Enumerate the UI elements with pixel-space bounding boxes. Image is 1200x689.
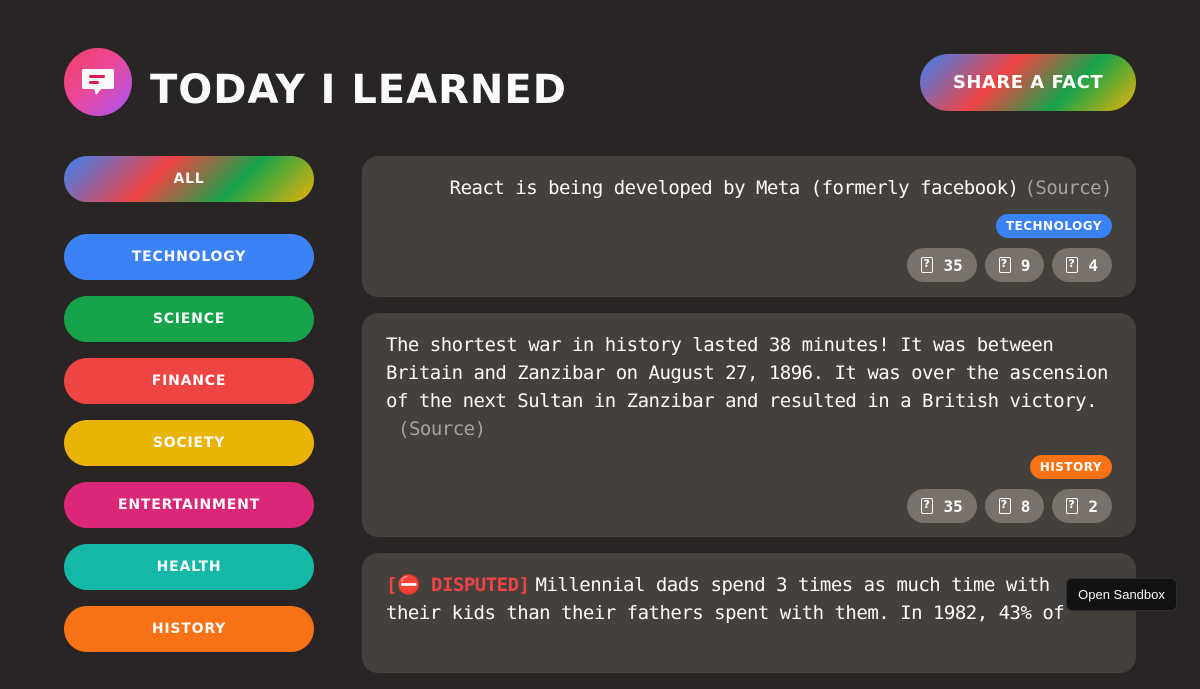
vote-interesting-button[interactable]: 35 [907,248,977,282]
facts-list: React is being developed by Meta (former… [362,156,1136,689]
header: Today I Learned Share a fact [64,48,1136,116]
fact-card: [⛔️ DISPUTED] Millennial dads spend 3 tim… [362,553,1136,673]
fact-text-container: React is being developed by Meta (former… [386,174,1113,202]
fact-text-container: [⛔️ DISPUTED] Millennial dads spend 3 tim… [386,571,1112,627]
logo [64,48,132,116]
fact-meta: Technology [386,214,1112,238]
fact-card: React is being developed by Meta (former… [362,156,1136,297]
category-entertainment-button[interactable]: Entertainment [64,482,314,528]
vote-false-button[interactable]: 2 [1052,489,1112,523]
category-science-button[interactable]: Science [64,296,314,342]
vote-buttons: 35 9 4 [386,248,1112,282]
open-sandbox-button[interactable]: Open Sandbox [1066,578,1177,611]
vote-mindblowing-count: 8 [1020,496,1031,516]
category-sidebar: All Technology Science Finance Society E… [64,156,314,668]
category-technology-button[interactable]: Technology [64,234,314,280]
fact-card: The shortest war in history lasted 38 mi… [362,313,1136,537]
vote-mindblowing-count: 9 [1020,255,1031,275]
vote-interesting-count: 35 [943,255,963,275]
category-health-button[interactable]: Health [64,544,314,590]
category-all-button[interactable]: All [64,156,314,202]
vote-mindblowing-button[interactable]: 9 [984,248,1045,282]
vote-buttons: 35 8 2 [386,489,1112,523]
fact-text: React is being developed by Meta (former… [449,177,1019,199]
category-history-button[interactable]: History [64,606,314,652]
fact-meta: History [386,455,1112,479]
page-title: Today I Learned [150,67,567,113]
category-tag: History [1029,455,1112,479]
vote-false-count: 2 [1088,496,1098,516]
vote-false-button[interactable]: 4 [1052,248,1112,282]
vote-interesting-button[interactable]: 35 [907,489,977,523]
thumbs-up-icon [921,497,934,514]
no-entry-icon [1066,497,1079,514]
speech-bubble-icon [82,69,114,95]
mind-blown-icon [998,256,1011,273]
vote-mindblowing-button[interactable]: 8 [984,489,1045,523]
source-link[interactable]: (Source) [398,418,486,440]
category-tag: Technology [995,214,1112,238]
fact-text: The shortest war in history lasted 38 mi… [386,334,1108,412]
category-society-button[interactable]: Society [64,420,314,466]
no-entry-icon [1066,256,1079,273]
category-finance-button[interactable]: Finance [64,358,314,404]
source-link[interactable]: (Source) [1024,177,1112,199]
thumbs-up-icon [921,256,934,273]
disputed-label: [⛔️ DISPUTED] [386,574,530,596]
vote-interesting-count: 35 [943,496,963,516]
vote-false-count: 4 [1088,255,1098,275]
fact-text-container: The shortest war in history lasted 38 mi… [386,331,1112,443]
mind-blown-icon [998,497,1011,514]
share-fact-button[interactable]: Share a fact [920,54,1136,111]
